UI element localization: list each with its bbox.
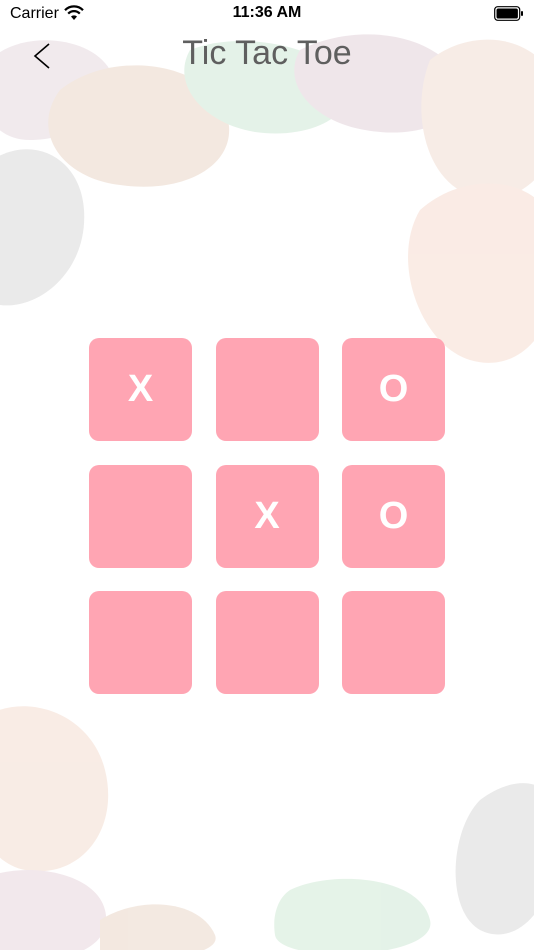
bg-blob xyxy=(0,149,85,306)
bg-blob xyxy=(0,706,109,872)
nav-bar: Tic Tac Toe xyxy=(0,28,534,82)
board-cell-8[interactable] xyxy=(215,591,319,694)
bg-blob xyxy=(0,870,107,950)
board-cell-4[interactable] xyxy=(89,464,192,568)
game-board: X O X O xyxy=(89,338,445,694)
board-cell-7[interactable] xyxy=(89,591,192,694)
page-title: Tic Tac Toe xyxy=(182,34,352,72)
status-bar: Carrier 11:36 AM xyxy=(0,0,534,28)
bg-blob xyxy=(455,783,534,935)
battery-icon xyxy=(494,6,523,21)
board-cell-9[interactable] xyxy=(342,591,445,694)
bg-blob xyxy=(100,904,216,950)
board-cell-1[interactable]: X xyxy=(89,338,192,441)
status-time: 11:36 AM xyxy=(232,4,302,21)
bg-blob xyxy=(274,878,431,950)
board-cell-3[interactable]: O xyxy=(342,338,445,441)
board-cell-5[interactable]: X xyxy=(215,464,319,568)
bg-blob xyxy=(408,183,534,363)
board-cell-6[interactable]: O xyxy=(342,464,445,568)
board-cell-2[interactable] xyxy=(215,338,319,441)
